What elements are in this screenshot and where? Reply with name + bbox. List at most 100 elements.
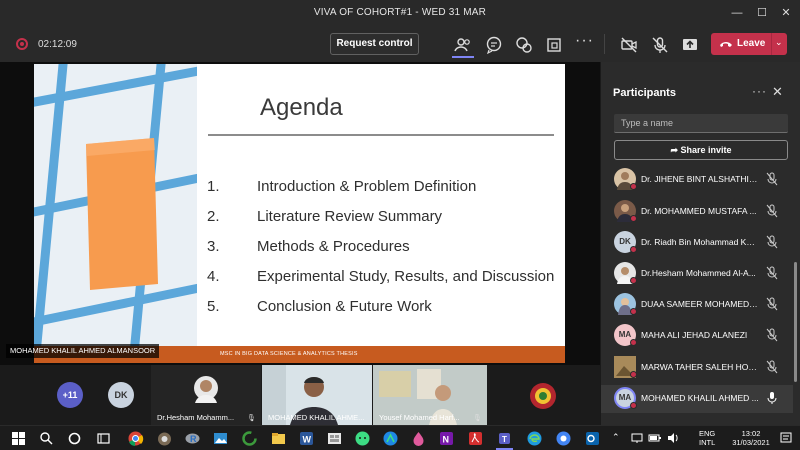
clock[interactable]: 13:02 31/03/2021 — [727, 429, 775, 447]
outlook-icon[interactable] — [584, 430, 601, 447]
agenda-text: Conclusion & Future Work — [257, 298, 432, 315]
participant-photo — [194, 376, 218, 403]
windows-taskbar: R W N T ⌃ ENG INTL 13:02 31/03/2021 — [0, 425, 800, 450]
camera-off-icon[interactable] — [619, 35, 639, 55]
chat-icon[interactable] — [484, 35, 504, 55]
search-icon[interactable] — [38, 430, 55, 447]
tile-name: MOHAMED KHALIL AHME... — [268, 413, 365, 422]
title-bar: VIVA OF COHORT#1 - WED 31 MAR — ☐ ✕ — [0, 0, 800, 26]
volume-icon[interactable] — [666, 431, 680, 445]
mic-off-icon[interactable] — [766, 266, 778, 280]
slide-footer-text: MSC IN BIG DATA SCIENCE & ANALYTICS THES… — [220, 351, 358, 357]
participant-row[interactable]: Dr. JIHENE BINT ALSHATHIY K... — [601, 166, 793, 194]
tray-overflow-icon[interactable]: ⌃ — [612, 433, 620, 442]
sticky-note-image — [34, 64, 197, 346]
agenda-number: 4. — [207, 268, 220, 285]
meeting-timer: 02:12:09 — [38, 39, 77, 50]
svg-text:W: W — [303, 435, 312, 445]
input-language[interactable]: ENG INTL — [699, 429, 715, 447]
minimize-icon[interactable]: — — [728, 4, 746, 22]
clock-time: 13:02 — [741, 429, 761, 438]
toolbar-divider — [604, 34, 605, 54]
onenote-icon[interactable]: N — [438, 430, 455, 447]
participant-name: MARWA TAHER SALEH HOME... — [641, 362, 759, 372]
share-icon[interactable] — [680, 35, 700, 55]
keyboard-layout: INTL — [699, 438, 716, 447]
chrome-icon[interactable] — [127, 430, 144, 447]
participant-row[interactable]: DK Dr. Riadh Bin Mohammad Ksa... — [601, 229, 793, 257]
mic-off-icon[interactable] — [766, 328, 778, 342]
mic-off-icon[interactable] — [766, 360, 778, 374]
mic-off-icon[interactable] — [766, 172, 778, 186]
android-icon[interactable] — [354, 430, 371, 447]
search-input[interactable]: Type a name — [614, 114, 788, 133]
tile-name: Dr.Hesham Mohamm... — [157, 413, 235, 422]
participant-name: MOHAMED KHALIL AHMED ... — [641, 393, 759, 403]
more-options-icon[interactable]: ··· — [752, 84, 767, 98]
maximize-icon[interactable]: ☐ — [753, 4, 771, 22]
photos-icon[interactable] — [212, 430, 229, 447]
task-view-icon[interactable] — [95, 430, 112, 447]
presence-indicator — [630, 183, 637, 190]
chevron-down-icon[interactable]: ⌄ — [775, 37, 783, 48]
close-window-icon[interactable]: ✕ — [777, 4, 795, 22]
svg-text:R: R — [190, 434, 197, 444]
edge-icon[interactable] — [526, 430, 543, 447]
rooms-icon[interactable] — [544, 35, 564, 55]
app-grid-icon[interactable] — [326, 430, 343, 447]
mic-off-icon[interactable] — [766, 204, 778, 218]
video-tile[interactable]: MOHAMED KHALIL AHME... — [262, 365, 372, 425]
notifications-icon[interactable] — [779, 431, 793, 445]
share-invite-button[interactable]: ➦ Share invite — [614, 140, 788, 160]
leave-button[interactable]: Leave ⌄ — [711, 33, 787, 55]
participant-row[interactable]: Dr.Hesham Mohammed Al-A... — [601, 260, 793, 288]
android-studio-icon[interactable] — [382, 430, 399, 447]
tile-name: Yousef Mohamed Harf... — [379, 413, 460, 422]
chrome-profile-icon[interactable] — [555, 430, 572, 447]
presence-indicator — [630, 246, 637, 253]
gimp-icon[interactable] — [156, 430, 173, 447]
mic-on-icon[interactable] — [766, 391, 778, 405]
request-control-button[interactable]: Request control — [330, 33, 419, 55]
leave-divider — [771, 33, 772, 55]
r-language-icon[interactable]: R — [184, 430, 201, 447]
profile-picture-avatar[interactable] — [529, 382, 557, 410]
participant-row[interactable]: Dr. MOHAMMED MUSTAFA ... — [601, 198, 793, 226]
overflow-count-badge[interactable]: +11 — [57, 382, 83, 408]
acrobat-icon[interactable] — [467, 430, 484, 447]
presence-indicator — [630, 308, 637, 315]
word-icon[interactable]: W — [298, 430, 315, 447]
participant-row[interactable]: MARWA TAHER SALEH HOME... — [601, 354, 793, 382]
drop-app-icon[interactable] — [410, 430, 427, 447]
file-explorer-icon[interactable] — [270, 430, 287, 447]
panel-scrollbar[interactable] — [794, 262, 797, 382]
teams-icon[interactable]: T — [496, 430, 513, 447]
network-icon[interactable] — [630, 431, 644, 445]
hang-up-icon — [720, 42, 732, 47]
video-tile[interactable]: Dr.Hesham Mohamm... 🎙 — [151, 365, 261, 425]
agenda-number: 5. — [207, 298, 220, 315]
participant-row[interactable]: MA MAHA ALI JEHAD ALANEZI — [601, 322, 793, 350]
loading-ring-icon[interactable] — [241, 430, 258, 447]
video-tile[interactable]: Yousef Mohamed Harf... 🎙 — [373, 365, 487, 425]
mic-off-icon[interactable] — [650, 35, 670, 55]
mic-off-icon[interactable] — [766, 235, 778, 249]
shared-slide: Agenda 1. Introduction & Problem Definit… — [34, 64, 565, 363]
mic-off-icon[interactable] — [766, 297, 778, 311]
panel-title: Participants — [613, 87, 676, 99]
initials-avatar[interactable]: DK — [108, 382, 134, 408]
more-icon[interactable]: ··· — [575, 32, 595, 52]
agenda-number: 1. — [207, 178, 220, 195]
presence-indicator — [630, 402, 637, 409]
battery-icon[interactable] — [648, 431, 662, 445]
participant-row[interactable]: MA MOHAMED KHALIL AHMED ... — [601, 385, 793, 413]
participants-icon[interactable] — [453, 35, 473, 55]
participant-name: Dr. Riadh Bin Mohammad Ksa... — [641, 237, 759, 247]
language-code: ENG — [699, 429, 716, 438]
close-icon[interactable]: ✕ — [772, 84, 783, 100]
reactions-icon[interactable] — [514, 35, 534, 55]
windows-start-icon[interactable] — [10, 430, 27, 447]
cortana-icon[interactable] — [66, 430, 83, 447]
agenda-text: Introduction & Problem Definition — [257, 178, 477, 195]
participant-row[interactable]: DUAA SAMEER MOHAMED A... — [601, 291, 793, 319]
